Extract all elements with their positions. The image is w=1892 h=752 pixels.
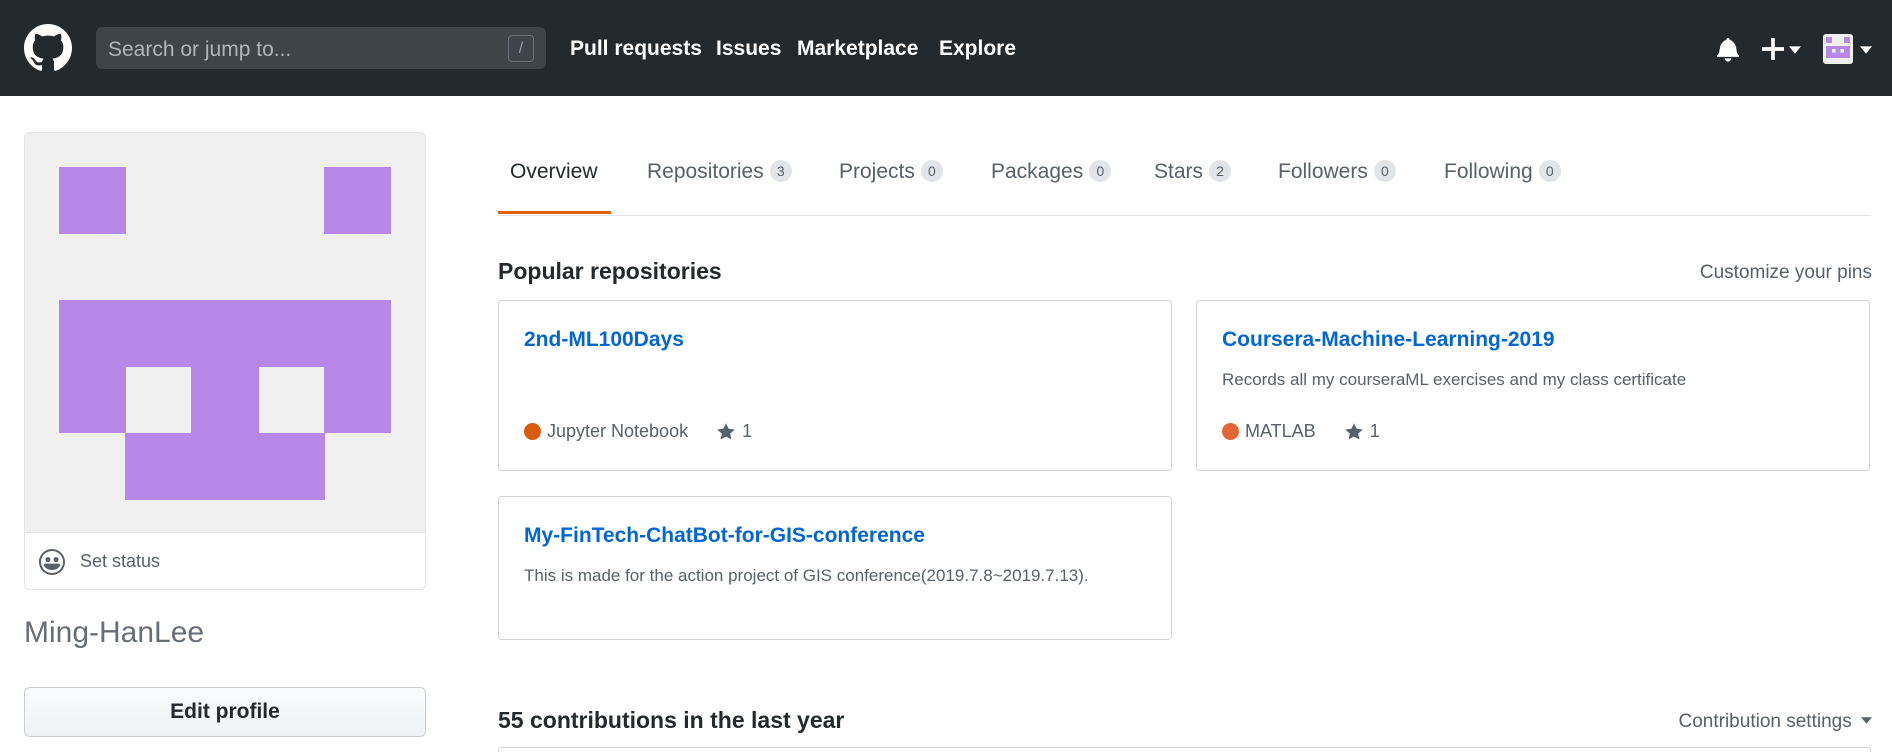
repo-name-link[interactable]: Coursera-Machine-Learning-2019 bbox=[1222, 328, 1555, 352]
tab-projects[interactable]: Projects 0 bbox=[839, 160, 943, 184]
repo-meta: MATLAB 1 bbox=[1222, 421, 1380, 442]
smiley-icon bbox=[39, 549, 65, 575]
tab-label: Followers bbox=[1278, 160, 1368, 183]
repo-card: Coursera-Machine-Learning-2019 Records a… bbox=[1196, 300, 1870, 471]
tab-label: Packages bbox=[991, 160, 1084, 183]
tab-label: Projects bbox=[839, 160, 915, 183]
repo-card: My-FinTech-ChatBot-for-GIS-conference Th… bbox=[498, 496, 1172, 640]
tab-counter: 0 bbox=[1538, 160, 1561, 182]
profile-username: Ming-HanLee bbox=[24, 616, 205, 649]
tab-followers[interactable]: Followers 0 bbox=[1278, 160, 1396, 184]
tab-label: Following bbox=[1444, 160, 1533, 183]
tab-packages[interactable]: Packages 0 bbox=[991, 160, 1112, 184]
contribution-calendar bbox=[498, 747, 1871, 752]
contributions-title: 55 contributions in the last year bbox=[498, 707, 845, 733]
tab-overview[interactable]: Overview bbox=[510, 160, 598, 184]
repo-description: This is made for the action project of G… bbox=[524, 566, 1089, 585]
tab-label: Repositories bbox=[647, 160, 764, 183]
nav-issues[interactable]: Issues bbox=[716, 37, 781, 61]
chevron-down-icon bbox=[1861, 717, 1872, 724]
repo-stars-link[interactable]: 1 bbox=[716, 421, 752, 442]
language-color-dot bbox=[1222, 423, 1239, 440]
repo-star-count: 1 bbox=[1369, 421, 1380, 441]
identicon-image bbox=[59, 167, 391, 500]
tab-label: Overview bbox=[510, 160, 598, 183]
repo-name-link[interactable]: 2nd-ML100Days bbox=[524, 328, 684, 352]
tab-stars[interactable]: Stars 2 bbox=[1154, 160, 1232, 184]
create-new-dropdown[interactable] bbox=[1762, 34, 1802, 62]
github-logo-icon[interactable] bbox=[24, 24, 72, 72]
contribution-settings-label: Contribution settings bbox=[1678, 711, 1852, 732]
popular-repos-title: Popular repositories bbox=[498, 258, 722, 284]
tab-counter: 0 bbox=[920, 160, 943, 182]
repo-star-count: 1 bbox=[742, 421, 753, 441]
customize-pins-link[interactable]: Customize your pins bbox=[1700, 262, 1872, 284]
tab-following[interactable]: Following 0 bbox=[1444, 160, 1561, 184]
plus-icon bbox=[1762, 38, 1784, 60]
star-icon bbox=[717, 422, 735, 439]
repo-name-link[interactable]: My-FinTech-ChatBot-for-GIS-conference bbox=[524, 524, 925, 548]
tab-label: Stars bbox=[1154, 160, 1204, 183]
profile-tabs: Overview Repositories 3 Projects 0 Package… bbox=[498, 150, 1871, 216]
tab-counter: 0 bbox=[1089, 160, 1112, 182]
repo-card: 2nd-ML100Days Jupyter Notebook 1 bbox=[498, 300, 1172, 471]
user-menu-dropdown[interactable] bbox=[1823, 34, 1873, 64]
set-status-label: Set status bbox=[80, 551, 161, 571]
repo-language: MATLAB bbox=[1245, 421, 1316, 441]
avatar bbox=[1823, 34, 1853, 64]
chevron-down-icon bbox=[1860, 46, 1872, 54]
repo-description: Records all my courseraML exercises and … bbox=[1222, 370, 1687, 389]
repo-stars-link[interactable]: 1 bbox=[1344, 421, 1380, 442]
star-icon bbox=[1344, 422, 1363, 439]
tab-repositories[interactable]: Repositories 3 bbox=[647, 160, 792, 184]
repo-language: Jupyter Notebook bbox=[547, 421, 689, 441]
search-input[interactable]: Search or jump to... / bbox=[96, 27, 546, 69]
contribution-settings-dropdown[interactable]: Contribution settings bbox=[1678, 711, 1872, 733]
search-placeholder: Search or jump to... bbox=[108, 38, 292, 61]
set-status-button[interactable]: Set status bbox=[25, 532, 425, 589]
nav-pull-requests[interactable]: Pull requests bbox=[570, 37, 702, 61]
bell-icon[interactable] bbox=[1717, 36, 1739, 62]
chevron-down-icon bbox=[1789, 46, 1801, 54]
language-color-dot bbox=[524, 423, 541, 440]
global-header: Search or jump to... / Pull requests Iss… bbox=[0, 0, 1892, 96]
profile-avatar[interactable]: Set status bbox=[24, 132, 426, 590]
nav-marketplace[interactable]: Marketplace bbox=[797, 37, 918, 61]
tab-counter: 3 bbox=[769, 160, 792, 182]
repo-meta: Jupyter Notebook 1 bbox=[524, 421, 752, 442]
active-tab-indicator bbox=[498, 211, 611, 214]
nav-explore[interactable]: Explore bbox=[939, 37, 1016, 61]
tab-counter: 2 bbox=[1209, 160, 1232, 182]
edit-profile-button[interactable]: Edit profile bbox=[24, 687, 426, 737]
search-shortcut-key: / bbox=[508, 35, 534, 62]
tab-counter: 0 bbox=[1373, 160, 1396, 182]
